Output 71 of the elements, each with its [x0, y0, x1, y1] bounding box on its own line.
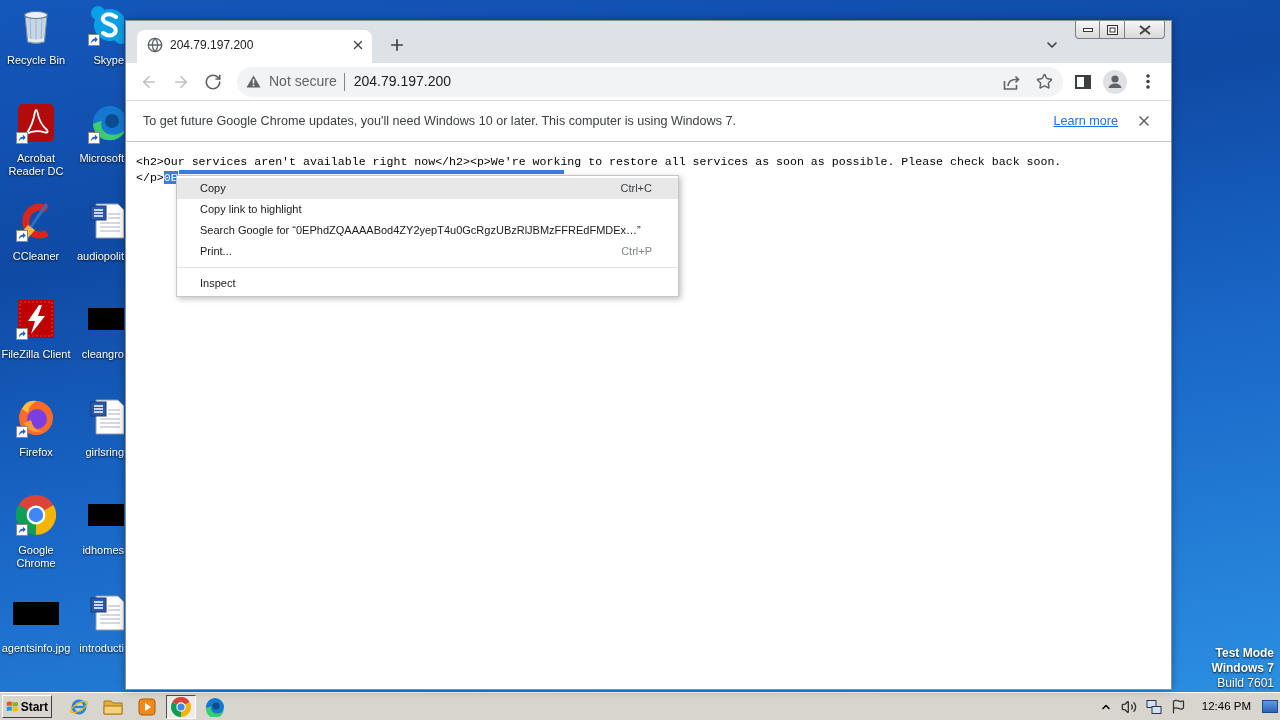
star-icon — [1035, 73, 1053, 90]
restore-button[interactable] — [1100, 21, 1125, 39]
document-icon[interactable] — [88, 200, 124, 242]
swirl-logo-icon — [205, 696, 225, 717]
desktop-icon-label[interactable]: FileZilla Client — [1, 348, 71, 361]
flag-icon — [1171, 699, 1187, 714]
menu-item[interactable]: Print... Ctrl+P — [177, 241, 678, 262]
folder-icon — [103, 697, 123, 716]
url-text[interactable]: 204.79.197.200 — [353, 71, 452, 92]
pdf-logo-icon[interactable] — [16, 102, 56, 144]
desktop-icon-label[interactable]: Microsoft — [79, 152, 124, 165]
side-panel-icon — [1075, 74, 1091, 89]
os-build-text: Build 7601 — [1217, 676, 1274, 691]
thumbnail-placeholder[interactable] — [13, 601, 59, 625]
network-icon — [1145, 698, 1162, 715]
avatar-icon — [1103, 69, 1127, 94]
windows-logo-icon — [6, 699, 19, 714]
bolt-logo-icon[interactable] — [16, 298, 56, 340]
desktop-icon-label[interactable]: Recycle Bin — [6, 54, 66, 67]
desktop-icon-label[interactable]: girlsring — [85, 446, 124, 459]
show-desktop-button[interactable] — [1262, 700, 1278, 713]
globe-icon — [147, 37, 163, 53]
source-text: </p> — [136, 171, 164, 184]
desktop-icon-label[interactable]: audiopolit — [76, 250, 124, 263]
speaker-icon — [1120, 698, 1137, 715]
thumbnail-placeholder[interactable] — [88, 308, 124, 330]
security-label[interactable]: Not secure — [269, 71, 337, 92]
desktop-icon-label[interactable]: idhomes — [82, 544, 124, 557]
browser-tab[interactable]: 204.79.197.200 — [137, 30, 372, 63]
address-bar[interactable]: Not secure 204.79.197.200 — [237, 66, 1063, 97]
desktop-icon-label[interactable]: Google Chrome — [0, 544, 72, 570]
reload-icon — [204, 72, 222, 91]
desktop-icon-label[interactable]: introducti — [79, 642, 124, 655]
plus-icon — [388, 36, 406, 54]
share-icon — [1002, 73, 1020, 90]
thumbnail-placeholder[interactable] — [88, 504, 124, 526]
menu-item[interactable]: Copy link to highlight — [177, 199, 678, 220]
desktop-icon-label[interactable]: Acrobat Reader DC — [0, 152, 72, 178]
play-tile-icon — [138, 697, 156, 716]
desktop-icon-label[interactable]: CCleaner — [12, 250, 60, 263]
restore-icon — [1106, 24, 1118, 35]
clock-text[interactable]: 12:46 PM — [1201, 697, 1251, 716]
close-icon — [351, 38, 365, 52]
close-icon — [1138, 24, 1151, 35]
profile-button[interactable] — [1101, 67, 1129, 96]
desktop-icon-label[interactable]: Skype — [93, 54, 124, 67]
minimize-button[interactable] — [1075, 21, 1100, 39]
menu-item[interactable]: Copy Ctrl+C — [177, 178, 678, 199]
menu-item[interactable]: Inspect — [177, 273, 678, 294]
desktop-icon-label[interactable]: Firefox — [19, 446, 53, 459]
desktop-icon-label[interactable]: agentsinfo.jpg — [1, 642, 71, 655]
source-text: <h2>Our services aren't available right now</h2><p>We're working to restore all services as soon as possible. Please check back soon. — [136, 155, 1062, 168]
start-button[interactable]: Start — [2, 695, 52, 718]
chrome-logo-icon — [171, 696, 191, 717]
close-window-button[interactable] — [1125, 21, 1165, 39]
warning-icon — [246, 75, 261, 88]
close-icon — [1136, 113, 1152, 129]
os-build-text: Windows 7 — [1211, 661, 1274, 676]
taskbar-app-button[interactable] — [166, 694, 196, 719]
os-build-text: Test Mode — [1215, 646, 1274, 661]
document-icon[interactable] — [88, 396, 124, 438]
desktop-icon-label[interactable]: cleangro — [81, 348, 124, 361]
kebab-menu-icon — [1146, 74, 1150, 89]
keyboard-shortcut: Ctrl+P — [621, 244, 652, 260]
document-icon[interactable] — [88, 592, 124, 634]
menu-item[interactable]: Search Google for “0EPhdZQAAAABod4ZY2yepT4u0GcRgzUBzRlJBMzFFREdFMDEx…” — [177, 220, 678, 241]
learn-more-link[interactable]: Learn more — [1053, 111, 1118, 131]
keyboard-shortcut: Ctrl+C — [620, 181, 652, 197]
infobar-message: To get future Google Chrome updates, you'll need Windows 10 or later. This computer is using Windows 7. — [143, 112, 736, 130]
minimize-icon — [1082, 27, 1093, 32]
chrome-logo-icon[interactable] — [16, 495, 56, 535]
